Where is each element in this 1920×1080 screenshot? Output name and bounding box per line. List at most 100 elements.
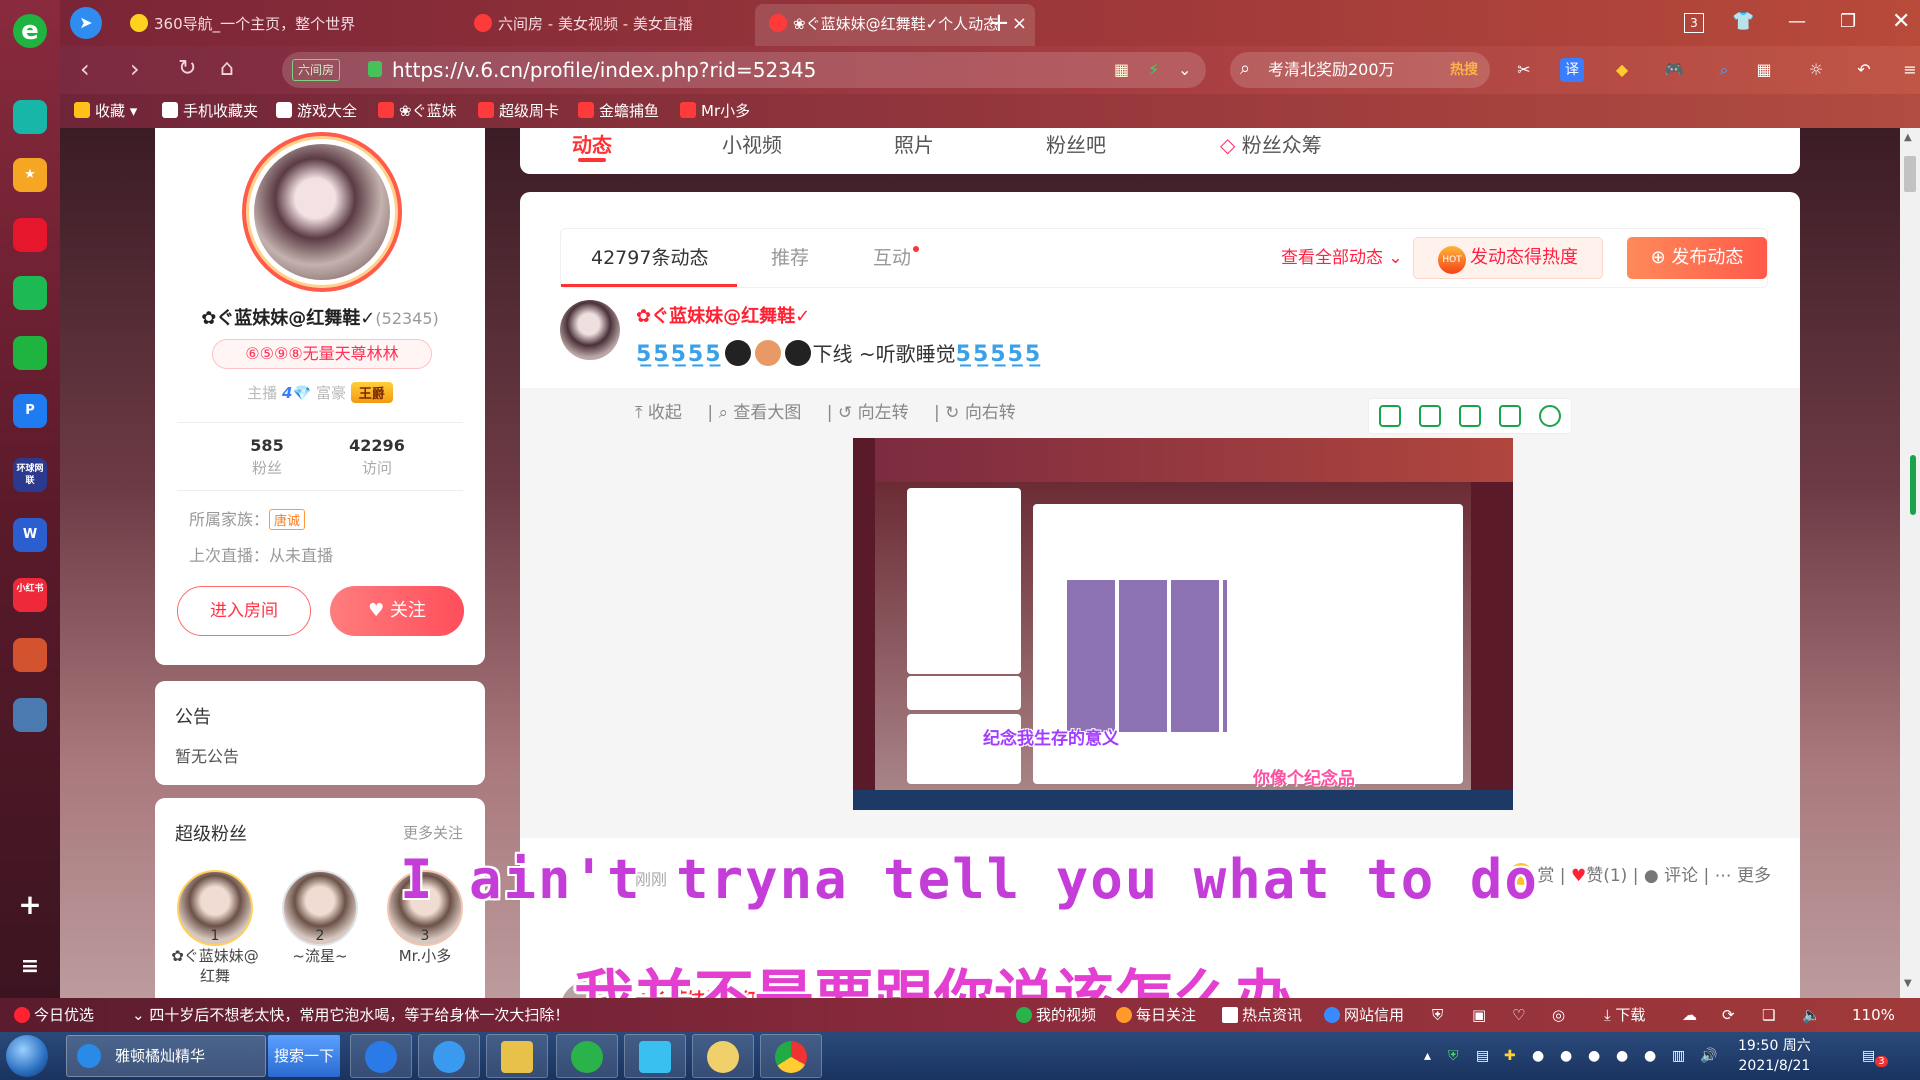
- enter-room-button[interactable]: 进入房间: [177, 586, 311, 636]
- volume-icon[interactable]: 🔈: [1802, 998, 1821, 1032]
- home-button[interactable]: ⌂: [220, 54, 234, 84]
- hot-news-link[interactable]: 热点资讯: [1222, 998, 1302, 1032]
- more-button[interactable]: ⋯ 更多: [1715, 866, 1771, 886]
- tab-interaction[interactable]: 互动: [873, 229, 920, 287]
- fans-stat[interactable]: 585 粉丝: [207, 436, 327, 478]
- collapse-button[interactable]: ⤒ 收起: [635, 403, 692, 423]
- tab-crowdfunding[interactable]: ◇ 粉丝众筹: [1220, 128, 1322, 162]
- tab-dynamics[interactable]: 动态: [572, 128, 612, 162]
- refresh-icon[interactable]: ⟳: [1722, 998, 1735, 1032]
- tab-fan-bar[interactable]: 粉丝吧: [1046, 128, 1106, 162]
- taskbar-explorer[interactable]: [486, 1034, 548, 1078]
- game-app-icon[interactable]: 环球网联: [13, 458, 47, 492]
- bookmark-games[interactable]: 游戏大全: [276, 94, 357, 128]
- taskbar-ie[interactable]: [418, 1034, 480, 1078]
- shield-coin-icon[interactable]: ◆: [1610, 58, 1634, 82]
- apps-grid-icon[interactable]: ▦: [1752, 58, 1776, 82]
- bookmark-mobile-favorites[interactable]: 手机收藏夹: [162, 94, 258, 128]
- back-button[interactable]: ‹: [80, 54, 90, 84]
- tab-360-home[interactable]: 360导航_一个主页，整个世界: [116, 4, 456, 46]
- scroll-thumb[interactable]: [1904, 156, 1916, 192]
- sidebar-menu-icon[interactable]: ≡: [13, 950, 47, 984]
- tray-qq-icon[interactable]: ●: [1644, 1032, 1656, 1080]
- taskbar-k-app[interactable]: [350, 1034, 412, 1078]
- view-large-button[interactable]: ⌕ 查看大图: [718, 403, 811, 423]
- scissors-icon[interactable]: ✂: [1512, 58, 1536, 82]
- side-indicator[interactable]: [1910, 455, 1916, 515]
- network-icon[interactable]: ☁: [1682, 998, 1697, 1032]
- tab-6cn-live[interactable]: 六间房 - 美女视频 - 美女直播: [460, 4, 750, 46]
- minimize-button[interactable]: —: [1788, 8, 1806, 36]
- fit-icon[interactable]: [1379, 405, 1401, 427]
- tab-photos[interactable]: 照片: [894, 128, 934, 162]
- post-author-name[interactable]: ✿ぐ蓝妹妹@红舞鞋✓: [636, 302, 810, 328]
- more-follows-link[interactable]: 更多关注: [403, 822, 463, 843]
- url-input[interactable]: 六间房 https://v.6.cn/profile/index.php?rid…: [282, 52, 1206, 88]
- word-icon[interactable]: W: [13, 518, 47, 552]
- news-headline[interactable]: ⌄ 四十岁后不想老太快，常用它泡水喝，等于给身体一次大扫除！: [132, 998, 569, 1032]
- page-scrollbar[interactable]: ▲ ▼: [1900, 128, 1920, 998]
- p-app-icon[interactable]: P: [13, 394, 47, 428]
- tab-counter[interactable]: 3: [1684, 13, 1704, 33]
- publish-post-button[interactable]: ⊕ 发布动态: [1627, 237, 1767, 279]
- tab-recommend[interactable]: 推荐: [771, 229, 809, 287]
- tray-qq-icon[interactable]: ●: [1616, 1032, 1628, 1080]
- plus-circle-icon[interactable]: [13, 100, 47, 134]
- action-center-icon[interactable]: ▤ 3: [1862, 1032, 1888, 1080]
- my-video-link[interactable]: 我的视频: [1016, 998, 1096, 1032]
- undo-icon[interactable]: ↶: [1852, 58, 1876, 82]
- search-input[interactable]: ⌕ 考清北奖励200万 热搜: [1230, 52, 1490, 88]
- post-for-heat-button[interactable]: HOT 发动态得热度: [1413, 237, 1603, 279]
- tray-app-icon[interactable]: ●: [1532, 1032, 1544, 1080]
- download-link[interactable]: ⤓ 下载: [1604, 998, 1645, 1032]
- tray-shield-icon[interactable]: ⛨: [1448, 1032, 1459, 1080]
- heart-outline-icon[interactable]: ♡: [1512, 998, 1525, 1032]
- add-sidebar-app-icon[interactable]: +: [13, 888, 47, 922]
- gamepad-icon[interactable]: 🎮: [1662, 58, 1686, 82]
- site-credit-link[interactable]: 网站信用: [1324, 998, 1404, 1032]
- qr-icon[interactable]: ▦: [1114, 52, 1129, 88]
- brightness-icon[interactable]: ☼: [1804, 58, 1828, 82]
- castle-game-icon[interactable]: [13, 698, 47, 732]
- daily-follow-link[interactable]: 每日关注: [1116, 998, 1196, 1032]
- speed-icon[interactable]: ◎: [1552, 998, 1565, 1032]
- url-text[interactable]: https://v.6.cn/profile/index.php?rid=523…: [392, 52, 816, 88]
- comment-button[interactable]: ● 评论: [1644, 866, 1698, 886]
- save-icon[interactable]: [1459, 405, 1481, 427]
- star-icon[interactable]: ★: [13, 158, 47, 192]
- share-icon[interactable]: [1499, 405, 1521, 427]
- skin-shirt-icon[interactable]: 👕: [1732, 8, 1754, 36]
- tray-qq-icon[interactable]: ●: [1588, 1032, 1600, 1080]
- view-all-dynamics-dropdown[interactable]: 查看全部动态 ⌄: [1281, 229, 1403, 287]
- zoom-level[interactable]: 110%: [1852, 998, 1895, 1032]
- super-fan-item[interactable]: 1 ✿ぐ蓝妹妹@红舞: [170, 870, 260, 986]
- expand-icon[interactable]: [1419, 405, 1441, 427]
- profile-avatar[interactable]: [242, 132, 402, 292]
- link-icon[interactable]: [13, 336, 47, 370]
- translate-icon[interactable]: 译: [1560, 58, 1584, 82]
- scroll-down-icon[interactable]: ▼: [1904, 978, 1912, 989]
- bookmark-favorites[interactable]: 收藏 ▾: [74, 94, 137, 128]
- mail-icon[interactable]: [13, 276, 47, 310]
- rotate-left-button[interactable]: ↺ 向左转: [838, 403, 919, 423]
- refresh-button[interactable]: ↻: [178, 54, 196, 84]
- bookmark-fishing[interactable]: 金蟾捕鱼: [578, 94, 659, 128]
- chevron-down-icon[interactable]: ⌄: [1178, 52, 1191, 88]
- bookmark-profile[interactable]: ❀ぐ蓝妹: [378, 94, 457, 128]
- post-screenshot-image[interactable]: 纪念我生存的意义 你像个纪念品: [853, 438, 1513, 810]
- tab-all-dynamics[interactable]: 42797条动态: [561, 229, 737, 287]
- restore-button[interactable]: ❐: [1840, 8, 1856, 36]
- window-icon[interactable]: ❏: [1762, 998, 1775, 1032]
- tray-app-icon[interactable]: ●: [1560, 1032, 1572, 1080]
- tab-short-video[interactable]: 小视频: [722, 128, 782, 162]
- weibo-icon[interactable]: [13, 218, 47, 252]
- post-author-avatar[interactable]: [560, 300, 620, 360]
- game-character-icon[interactable]: [13, 638, 47, 672]
- like-button[interactable]: ♥赞(1): [1571, 866, 1627, 886]
- close-tab-icon[interactable]: ×: [1012, 4, 1027, 44]
- forward-button[interactable]: ›: [130, 54, 140, 84]
- taskbar-search-button[interactable]: 搜索一下: [268, 1035, 340, 1077]
- tray-doc-icon[interactable]: ▤: [1476, 1032, 1489, 1080]
- tray-show-hidden-icon[interactable]: ▴: [1424, 1032, 1431, 1080]
- taskbar-media-player[interactable]: [624, 1034, 686, 1078]
